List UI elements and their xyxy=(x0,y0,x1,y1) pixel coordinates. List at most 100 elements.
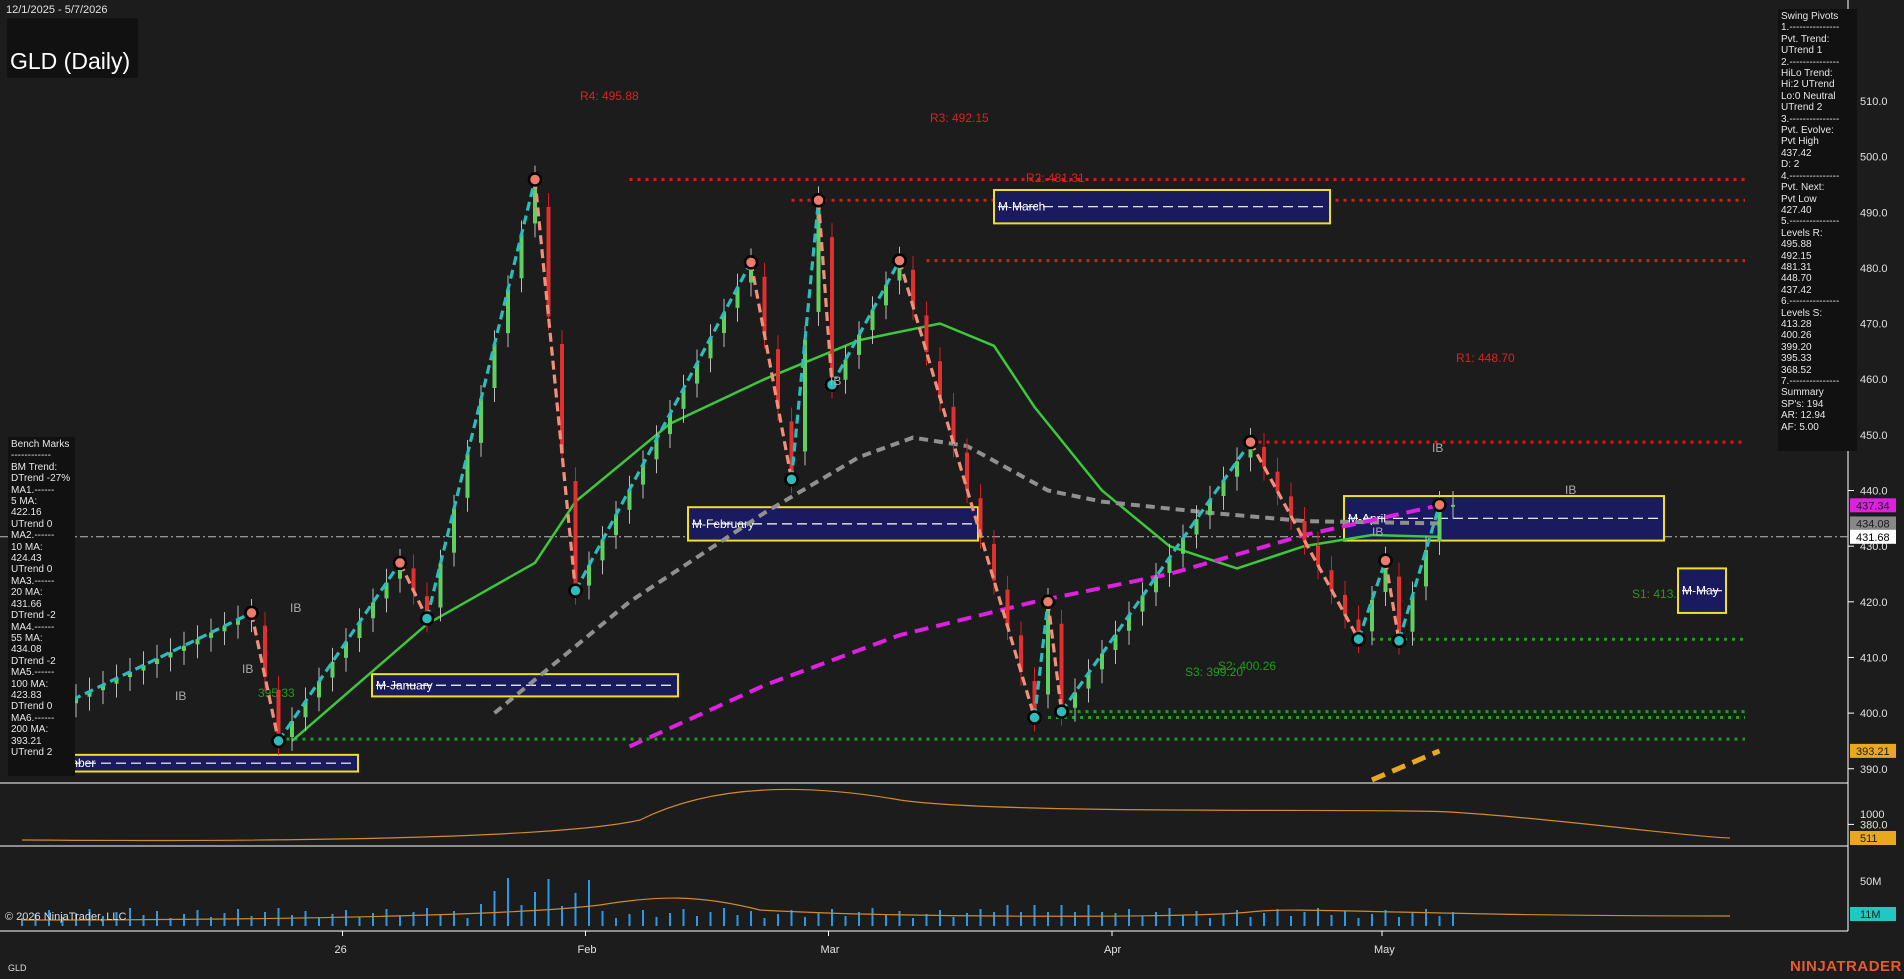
price-tick-label: 450.0 xyxy=(1860,430,1888,442)
candle-body xyxy=(182,645,186,651)
candle-body xyxy=(492,344,497,389)
panel-line: Levels R: xyxy=(1781,227,1823,239)
price-tick-label: 440.0 xyxy=(1860,486,1888,498)
swing-line xyxy=(1383,560,1401,642)
price-tick-label: 420.0 xyxy=(1860,597,1888,609)
swing-high-marker xyxy=(743,255,759,270)
swing-high-marker xyxy=(392,555,408,571)
panel-line: MA6.------ xyxy=(11,712,55,724)
panel-line: Pvt. Evolve: xyxy=(1781,125,1834,137)
candle-body xyxy=(1262,447,1266,467)
resistance-level-label: R3: 492.15 xyxy=(930,111,989,125)
price-tick-label: 410.0 xyxy=(1860,652,1888,664)
resistance-level-label: R1: 448.70 xyxy=(1456,351,1515,365)
swing-pivots-panel: Swing Pivots 1.--------------- Pvt. Trend:… xyxy=(1778,9,1857,451)
ib-marker: IB xyxy=(242,662,253,676)
candle-body xyxy=(884,285,888,306)
copyright-notice: © 2026 NinjaTrader, LLC xyxy=(5,911,127,923)
grid xyxy=(0,0,1849,932)
swing-high-marker xyxy=(1243,434,1258,450)
price-tick-label: 500.0 xyxy=(1860,152,1888,164)
candle-body xyxy=(1275,471,1280,492)
candle-body xyxy=(546,206,551,317)
panel-line: 448.70 xyxy=(1781,273,1812,285)
candle-body xyxy=(1329,570,1334,590)
panel-line: UTrend 0 xyxy=(11,518,53,530)
swing-low-marker xyxy=(1391,633,1407,649)
panel-line: 437.42 xyxy=(1781,284,1812,296)
panel-line: DTrend -27% xyxy=(11,473,71,485)
panel-line: D: 2 xyxy=(1781,159,1800,171)
price-tick-label: 490.0 xyxy=(1860,207,1888,219)
price-tick-label: 400.0 xyxy=(1860,708,1888,720)
moving-average-line xyxy=(1371,748,1441,783)
price-tag-label: 437.34 xyxy=(1856,500,1890,512)
panel-line: 6.--------------- xyxy=(1781,296,1840,308)
panel-line: 423.83 xyxy=(11,689,42,701)
panel-line: 7.--------------- xyxy=(1781,376,1840,387)
candle-body xyxy=(1140,596,1145,612)
price-tick-label: 480.0 xyxy=(1860,263,1888,275)
price-tick-label: 510.0 xyxy=(1860,96,1888,108)
panel-line: 10 MA: xyxy=(11,541,43,553)
panel-line: AF: 5.00 xyxy=(1781,421,1819,433)
oscillator-panel: 1000 511 xyxy=(21,788,1896,845)
panel-line: 20 MA: xyxy=(11,587,43,599)
volume-tag-label: 11M xyxy=(1860,909,1881,921)
candle-body xyxy=(776,349,780,408)
panel-line: Hi:2 UTrend xyxy=(1781,79,1835,91)
swing-low-marker xyxy=(784,472,799,487)
candle-body xyxy=(330,661,335,678)
candle-body xyxy=(1302,520,1307,541)
panel-line: DTrend -2 xyxy=(11,610,56,622)
time-tick-label: Mar xyxy=(821,944,840,956)
candle-body xyxy=(411,568,416,591)
candle-body xyxy=(870,310,875,331)
panel-line: AR: 12.94 xyxy=(1781,410,1826,422)
swing-line xyxy=(1032,601,1050,718)
swing-high-marker xyxy=(1378,553,1393,568)
ninjatrader-logo: NINJATRADER xyxy=(1790,958,1902,975)
panel-line: 492.15 xyxy=(1781,250,1812,262)
time-axis[interactable]: 26 Feb Mar Apr May xyxy=(335,931,1396,956)
panel-line: 395.33 xyxy=(1781,353,1812,365)
panel-line: 427.40 xyxy=(1781,204,1812,216)
panel-line: MA3.------ xyxy=(11,575,55,587)
swing-high-marker xyxy=(811,193,826,208)
ib-marker: IB xyxy=(1565,483,1576,497)
panel-line: 2.--------------- xyxy=(1781,56,1840,68)
price-chart[interactable]: R4: 495.88 R3: 492.15 R2: 481.31 R1: 448.70… xyxy=(0,0,1904,979)
panel-line: 400.26 xyxy=(1781,330,1812,342)
candle-body xyxy=(587,565,591,586)
candle-body xyxy=(168,652,173,658)
swing-line xyxy=(425,179,537,619)
oscillator-tick-label: 1000 xyxy=(1860,809,1884,821)
panel-line: 422.16 xyxy=(11,507,42,519)
candle-body xyxy=(1289,496,1293,517)
candle-body xyxy=(1059,623,1064,712)
date-range-label: 12/1/2025 - 5/7/2026 xyxy=(6,4,108,16)
swing-low-marker xyxy=(1351,631,1366,647)
monthly-box-label: M-January xyxy=(376,678,433,692)
candle-body xyxy=(195,639,200,645)
monthly-boxes: M-DecemberM-JanuaryM-FebruaryM-MarchM-Ap… xyxy=(21,188,1727,773)
bench-marks-panel: Bench Marks ------------ BM Trend: DTrend -… xyxy=(8,437,75,776)
price-tick-label: 460.0 xyxy=(1860,374,1888,386)
ib-marker: IB xyxy=(290,601,301,615)
panel-line: 393.21 xyxy=(11,735,42,747)
panel-line: 437.42 xyxy=(1781,147,1812,159)
candle-body xyxy=(519,234,524,279)
panel-line: UTrend 1 xyxy=(1781,45,1823,57)
candle-body xyxy=(1316,545,1320,566)
candle-body xyxy=(600,540,605,561)
candle-body xyxy=(371,602,375,619)
candle-body xyxy=(506,289,510,334)
panel-line: 3.--------------- xyxy=(1781,113,1840,125)
oscillator-line xyxy=(21,788,1731,842)
candle-body xyxy=(1235,461,1239,477)
panel-line: 495.88 xyxy=(1781,239,1812,251)
monthly-box-label: M-March xyxy=(998,200,1045,214)
panel-line: MA4.------ xyxy=(11,621,55,633)
candle-body xyxy=(1181,538,1185,554)
swing-low-marker xyxy=(271,733,286,749)
